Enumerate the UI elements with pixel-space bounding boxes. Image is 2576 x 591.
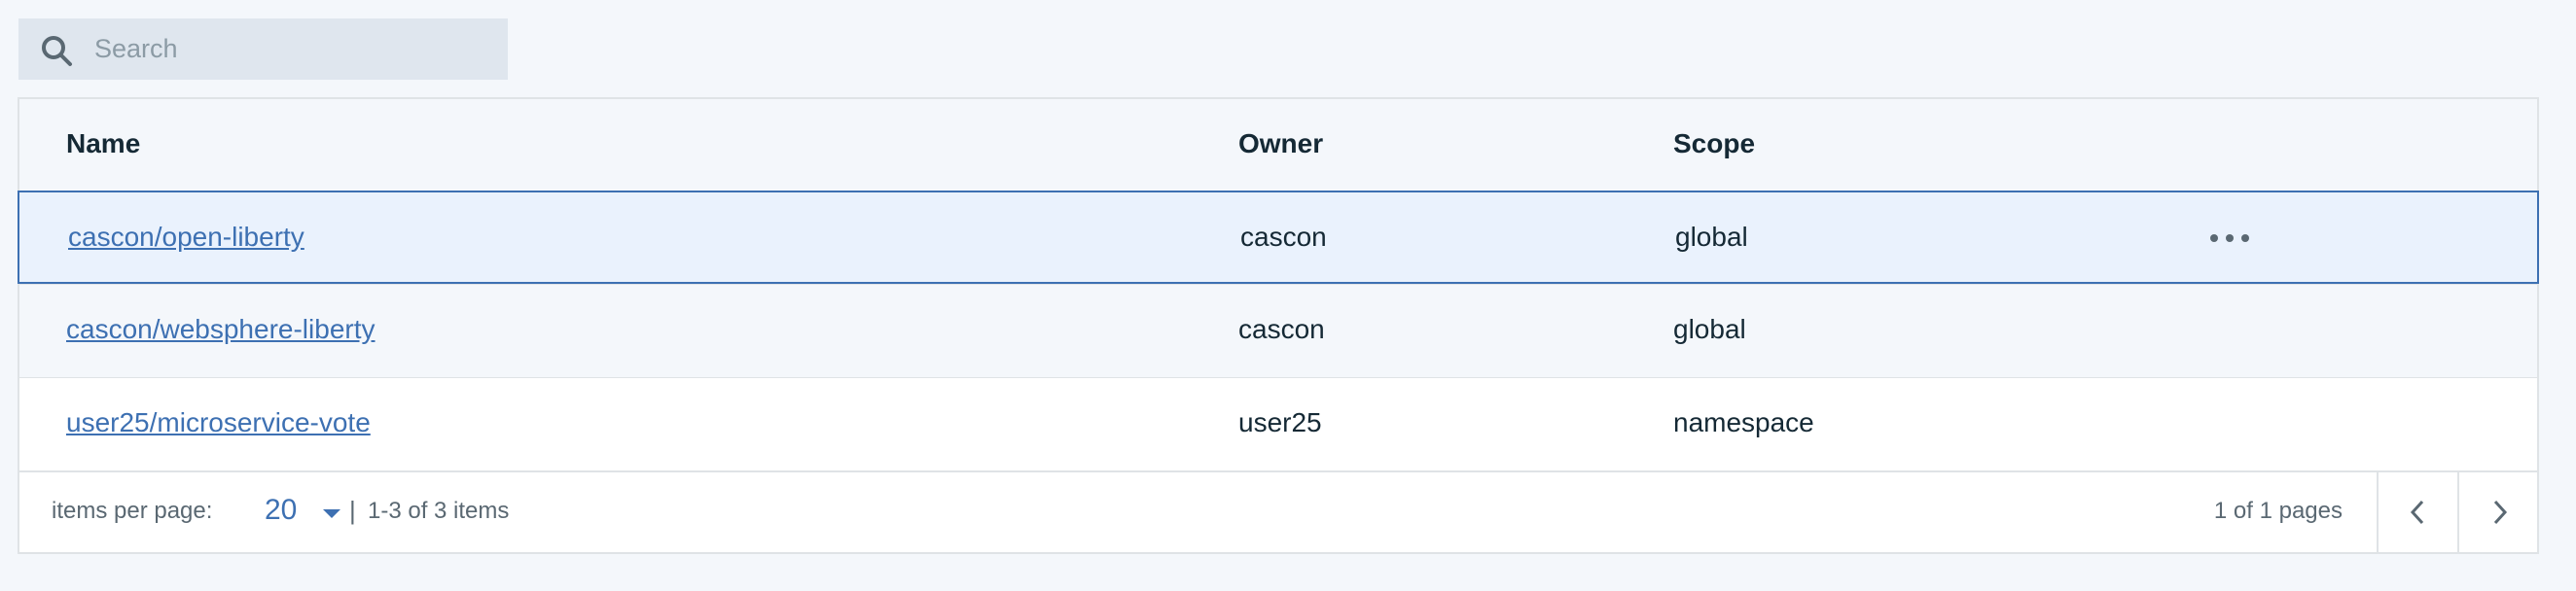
row-scope: global xyxy=(1673,314,1746,344)
table-header: Name Owner Scope xyxy=(19,99,2537,191)
search-input[interactable] xyxy=(94,18,493,80)
row-name-link[interactable]: cascon/open-liberty xyxy=(68,222,304,253)
table-row[interactable]: cascon/open-liberty cascon global xyxy=(18,191,2539,284)
table-row[interactable]: cascon/websphere-liberty cascon global xyxy=(19,284,2537,377)
search-icon xyxy=(42,36,72,66)
chevron-right-icon xyxy=(2493,500,2508,525)
table-row[interactable]: user25/microservice-vote user25 namespac… xyxy=(19,377,2537,470)
items-per-page-label: items per page: xyxy=(52,498,213,524)
chevron-left-icon xyxy=(2410,500,2424,525)
row-owner: user25 xyxy=(1238,407,1322,437)
row-owner: cascon xyxy=(1238,314,1325,344)
data-table: Name Owner Scope cascon/open-liberty cas… xyxy=(18,97,2539,554)
row-name-link[interactable]: user25/microservice-vote xyxy=(66,407,371,438)
row-name-link[interactable]: cascon/websphere-liberty xyxy=(66,314,376,345)
caret-down-icon[interactable] xyxy=(319,505,344,521)
row-scope: namespace xyxy=(1673,407,1814,437)
column-header-owner[interactable]: Owner xyxy=(1238,128,1323,159)
column-header-name[interactable]: Name xyxy=(66,128,140,159)
previous-page-button[interactable] xyxy=(2377,472,2456,552)
items-range-text: 1-3 of 3 items xyxy=(368,498,510,524)
row-scope: global xyxy=(1675,222,1748,252)
overflow-menu-icon[interactable] xyxy=(2205,224,2254,253)
items-per-page-value[interactable]: 20 xyxy=(265,494,297,527)
next-page-button[interactable] xyxy=(2457,472,2537,552)
items-per-page-select[interactable]: 20 xyxy=(265,488,362,537)
pagination-separator: | xyxy=(349,496,356,525)
pagination-bar: items per page: 20 | 1-3 of 3 items 1 of… xyxy=(19,470,2537,552)
pages-text: 1 of 1 pages xyxy=(2213,498,2343,524)
column-header-scope[interactable]: Scope xyxy=(1673,128,1755,159)
search-box[interactable] xyxy=(18,18,508,80)
row-owner: cascon xyxy=(1240,222,1327,252)
